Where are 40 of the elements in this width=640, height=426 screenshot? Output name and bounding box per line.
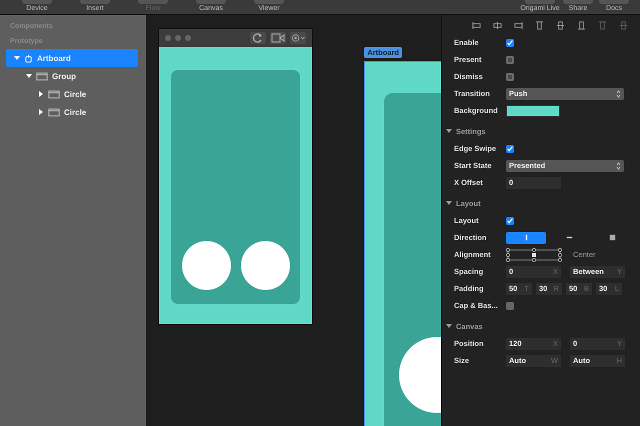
expanded-triangle-icon[interactable] [14, 55, 20, 61]
checkmark-icon [506, 38, 514, 46]
checkbox[interactable] [506, 144, 514, 152]
align-icon[interactable] [514, 21, 523, 30]
layer-icon [48, 90, 60, 98]
collapsed-triangle-icon[interactable] [38, 109, 44, 115]
square-icon [608, 233, 616, 242]
artboard-icon [24, 54, 33, 62]
align-icon[interactable] [619, 21, 628, 30]
disclosure-triangle-icon[interactable] [446, 323, 452, 329]
checkmark-icon [506, 216, 514, 224]
align-icon[interactable] [472, 21, 481, 30]
layer-item[interactable]: Circle [6, 85, 138, 103]
alignment-grid-icon[interactable] [506, 248, 562, 262]
disclosure-triangle-icon[interactable] [446, 200, 452, 206]
align-icon[interactable] [493, 21, 502, 30]
checkbox[interactable] [506, 38, 514, 46]
align-icon[interactable] [556, 21, 565, 30]
disclosure-triangle-icon[interactable] [446, 128, 452, 134]
direction-button[interactable] [506, 232, 546, 244]
circle-shape [182, 241, 231, 290]
up-down-arrows-icon [616, 90, 621, 98]
expanded-triangle-icon[interactable] [26, 73, 32, 79]
align-icon[interactable] [535, 21, 544, 30]
reload-icon[interactable] [250, 32, 266, 44]
checkbox[interactable] [506, 216, 514, 224]
layer-item[interactable]: Circle [6, 103, 138, 121]
layer-item[interactable]: Group [6, 67, 138, 85]
settings-icon[interactable] [290, 32, 306, 44]
layer-icon [36, 72, 48, 80]
checkmark-icon [506, 144, 514, 152]
align-icon[interactable] [598, 21, 607, 30]
color-swatch[interactable] [506, 104, 560, 116]
collapsed-triangle-icon[interactable] [38, 91, 44, 97]
up-down-arrows-icon [616, 162, 621, 170]
record-icon[interactable] [270, 32, 286, 44]
layer-icon [48, 108, 60, 116]
checkbox[interactable] [506, 302, 514, 310]
align-icon[interactable] [577, 21, 586, 30]
circle-shape [240, 241, 290, 290]
